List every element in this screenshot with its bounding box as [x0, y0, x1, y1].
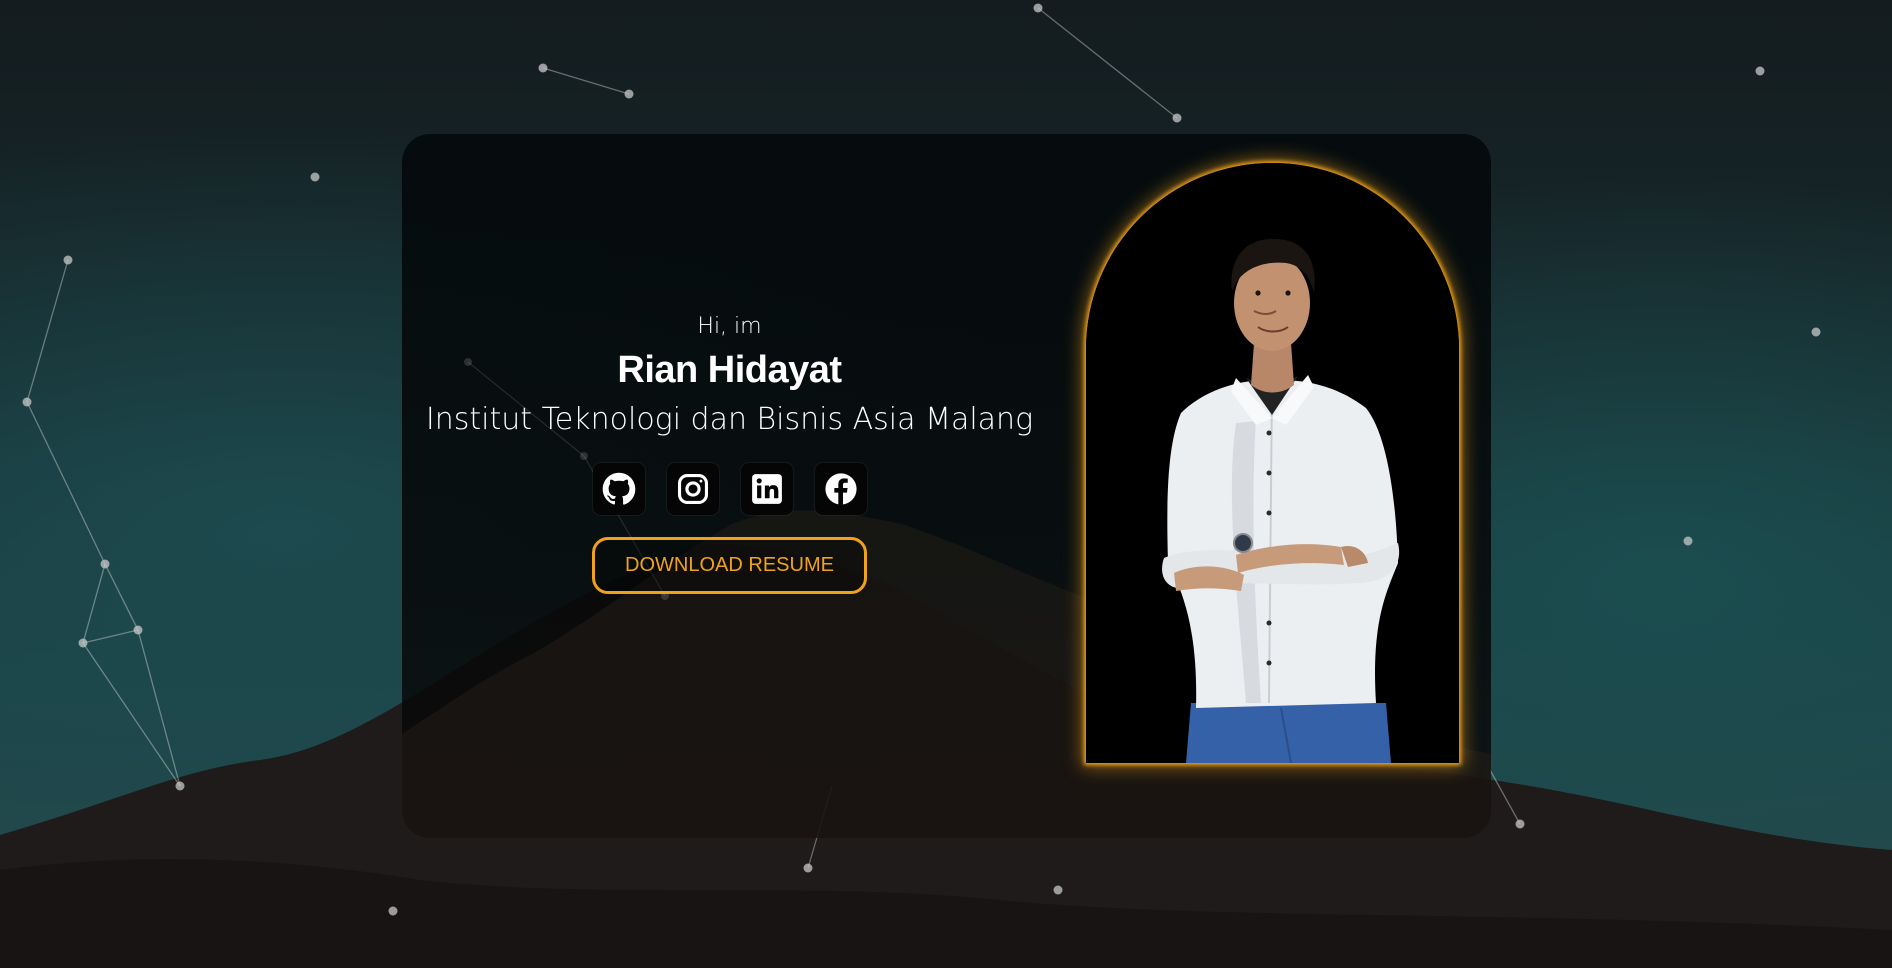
hero-card: Hi, im Rian Hidayat Institut Teknologi d…	[402, 134, 1491, 838]
social-links	[402, 463, 1057, 515]
download-resume-button[interactable]: DOWNLOAD RESUME	[592, 537, 867, 594]
linkedin-link[interactable]	[740, 463, 793, 515]
name-heading: Rian Hidayat	[617, 349, 842, 391]
facebook-link[interactable]	[814, 463, 867, 515]
intro-section: Hi, im Rian Hidayat Institut Teknologi d…	[402, 314, 1057, 594]
instagram-link[interactable]	[666, 463, 719, 515]
profile-photo	[1086, 163, 1459, 763]
instagram-icon	[677, 473, 708, 505]
github-link[interactable]	[592, 463, 645, 515]
profile-photo-frame	[1086, 163, 1459, 763]
github-icon	[602, 472, 635, 505]
greeting-text: Hi, im	[697, 314, 762, 339]
institution-text: Institut Teknologi dan Bisnis Asia Malan…	[425, 402, 1034, 437]
facebook-icon	[824, 473, 857, 505]
linkedin-icon	[751, 474, 782, 504]
